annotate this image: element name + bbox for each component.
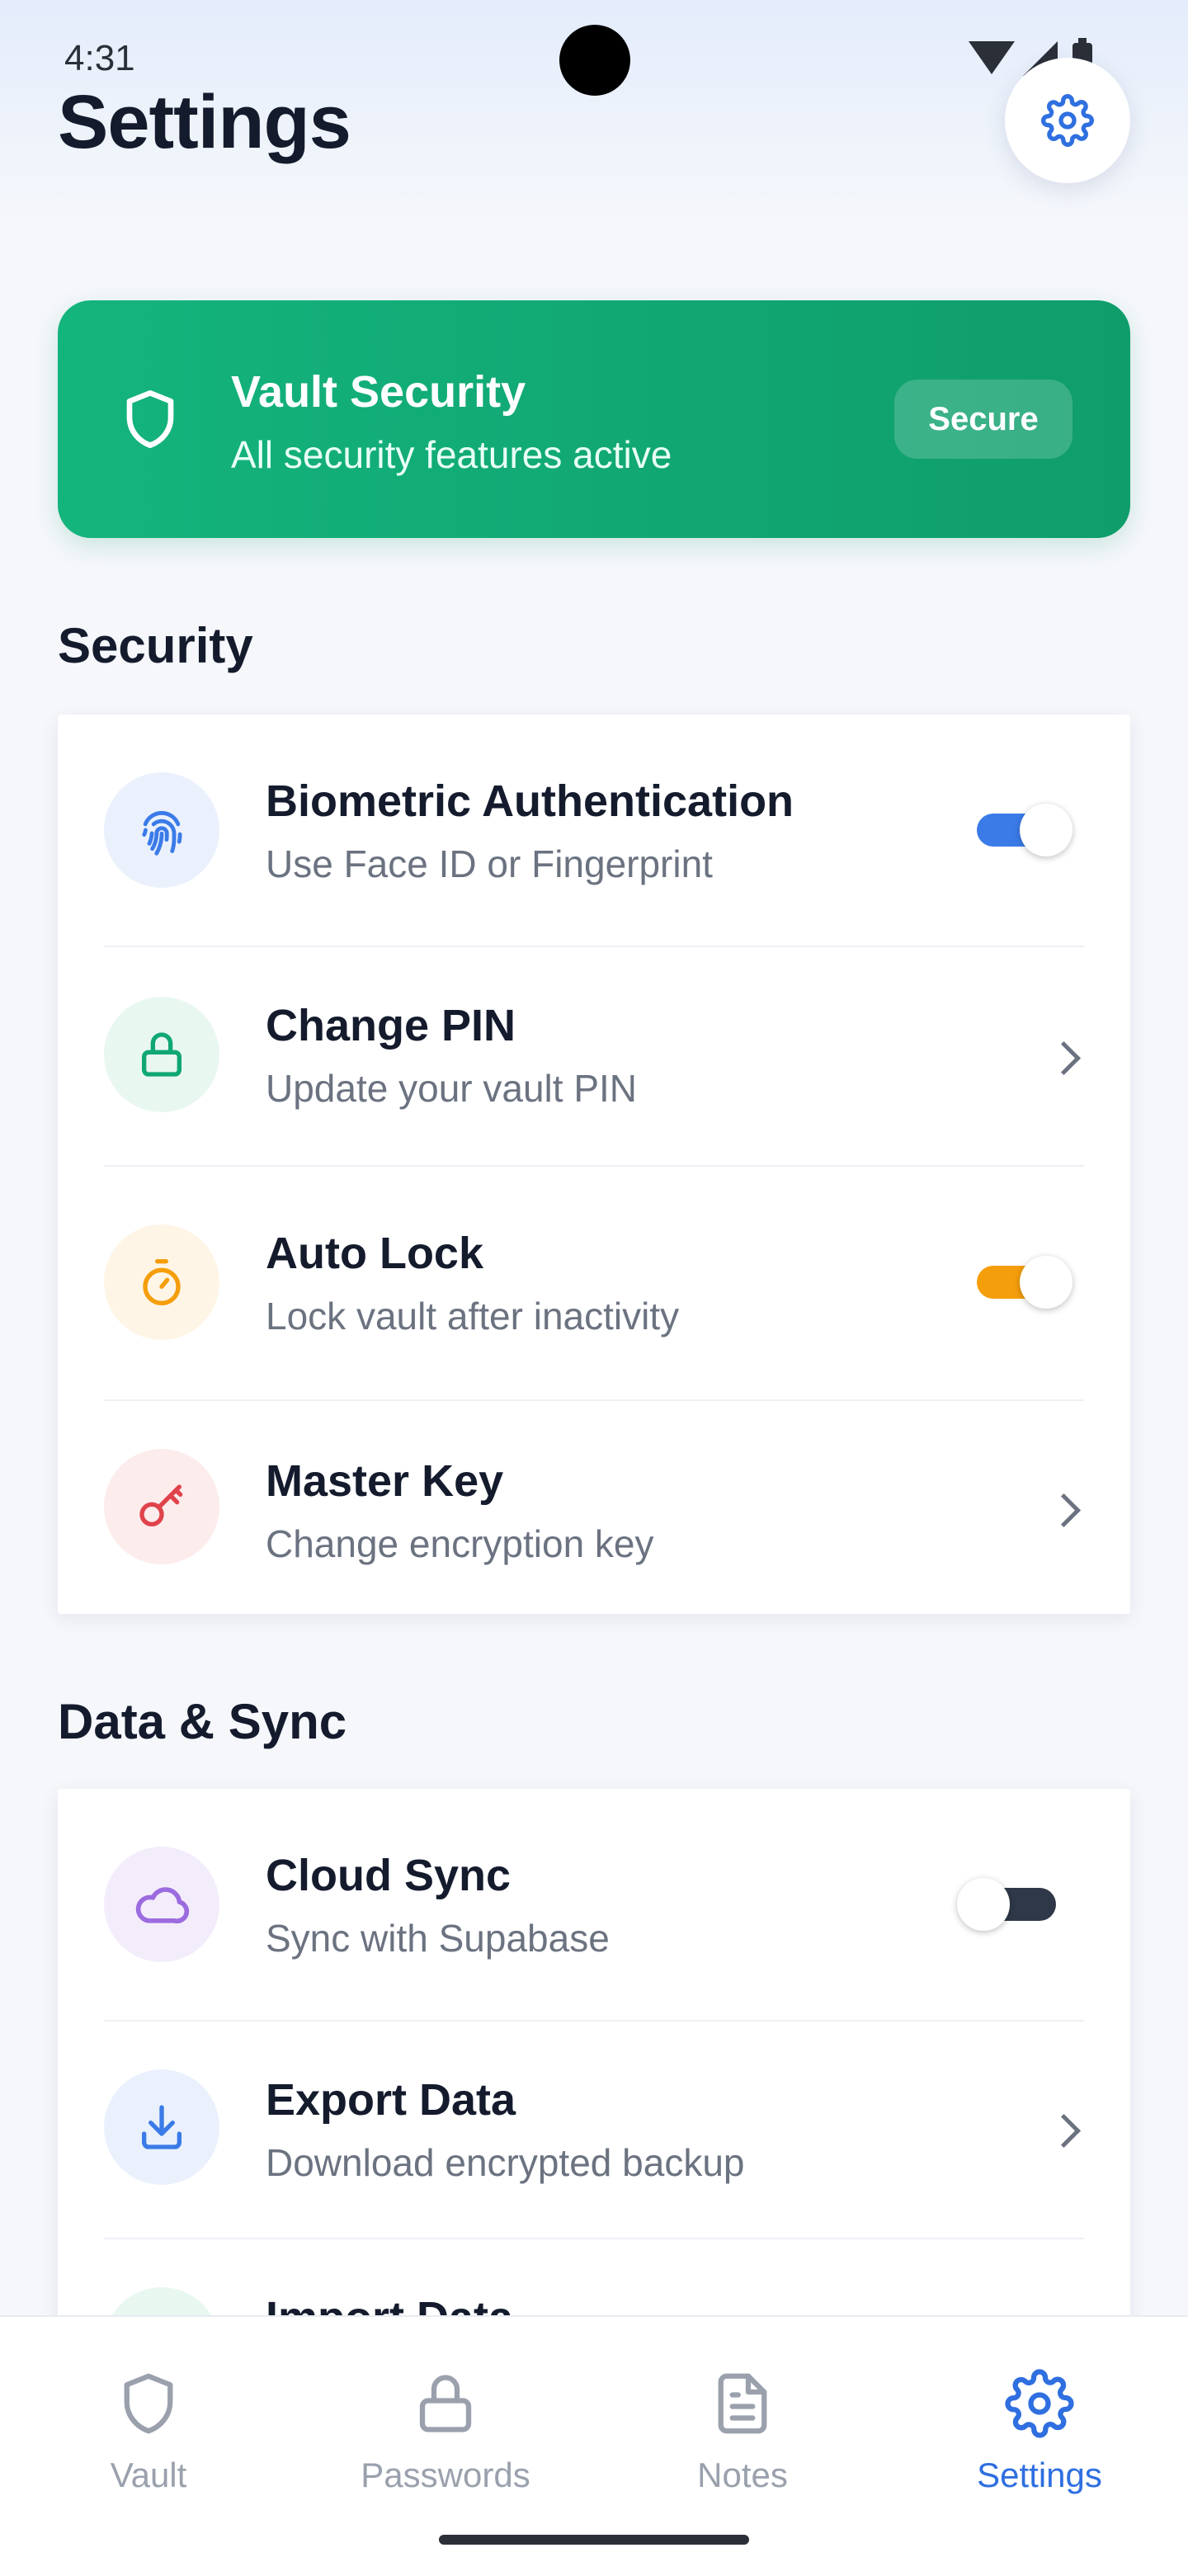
setting-title: Cloud Sync [266,1851,512,1900]
chevron-right-icon [1046,2113,1082,2149]
timer-icon [143,1259,181,1305]
vault-security-banner[interactable]: Vault Security All security features act… [58,300,1130,538]
setting-row-biometric[interactable]: Biometric Authentication Use Face ID or … [58,715,1130,947]
download-icon [142,2105,182,2149]
setting-title: Auto Lock [266,1229,483,1278]
setting-title: Export Data [266,2075,516,2125]
setting-subtitle: Use Face ID or Fingerprint [266,842,713,885]
chevron-right-icon [1046,1493,1082,1528]
section-title-security: Security [58,618,253,673]
gear-icon [1041,94,1094,147]
setting-row-master-key[interactable]: Master Key Change encryption key [58,1401,1130,1614]
data-sync-card: Cloud Sync Sync with Supabase Export Dat… [58,1789,1130,2403]
setting-title: Biometric Authentication [266,776,794,826]
setting-row-auto-lock[interactable]: Auto Lock Lock vault after inactivity [58,1167,1130,1401]
auto-lock-toggle[interactable] [977,1256,1076,1309]
shield-icon [124,2373,173,2434]
section-title-data-sync: Data & Sync [58,1694,347,1749]
page-title: Settings [58,80,351,164]
status-time: 4:31 [64,38,135,78]
wifi-icon [969,41,1015,74]
setting-subtitle: Download encrypted backup [266,2141,745,2184]
download-icon-badge [104,2069,219,2185]
fingerprint-icon-badge [104,772,219,888]
setting-subtitle: Sync with Supabase [266,1917,610,1960]
document-icon [718,2373,767,2434]
nav-label: Vault [110,2456,187,2494]
nav-label: Passwords [361,2456,530,2494]
security-settings-card: Biometric Authentication Use Face ID or … [58,715,1130,1614]
camera-cutout [559,25,630,96]
setting-row-export-data[interactable]: Export Data Download encrypted backup [58,2022,1130,2239]
gear-icon [1005,2369,1074,2438]
banner-subtitle: All security features active [231,433,672,476]
setting-row-change-pin[interactable]: Change PIN Update your vault PIN [58,947,1130,1167]
lock-icon-badge [104,997,219,1112]
key-icon-badge [104,1449,219,1564]
nav-item-vault[interactable]: Vault [41,2366,256,2495]
biometric-toggle[interactable] [977,804,1076,856]
setting-subtitle: Lock vault after inactivity [266,1295,680,1338]
shield-icon [126,390,174,448]
setting-row-cloud-sync[interactable]: Cloud Sync Sync with Supabase [58,1789,1130,2022]
setting-subtitle: Change encryption key [266,1522,654,1565]
home-indicator[interactable] [439,2535,749,2545]
settings-gear-button[interactable] [1005,58,1130,183]
setting-subtitle: Update your vault PIN [266,1067,638,1110]
setting-title: Change PIN [266,1001,516,1050]
cloud-icon [135,1887,190,1924]
status-badge: Secure [894,380,1072,459]
lock-icon [419,2375,472,2432]
fingerprint-icon [142,810,182,856]
chevron-right-icon [1046,1040,1082,1076]
nav-item-settings[interactable]: Settings [932,2366,1147,2495]
cloud-sync-toggle[interactable] [957,1878,1056,1931]
setting-title: Master Key [266,1456,504,1506]
banner-title: Vault Security [231,367,526,417]
nav-label: Settings [977,2456,1102,2494]
lock-icon [142,1032,182,1077]
nav-item-passwords[interactable]: Passwords [338,2366,553,2495]
key-icon [139,1484,183,1526]
nav-item-notes[interactable]: Notes [635,2366,850,2495]
cloud-icon-badge [104,1847,219,1962]
timer-icon-badge [104,1224,219,1340]
nav-label: Notes [697,2456,788,2494]
